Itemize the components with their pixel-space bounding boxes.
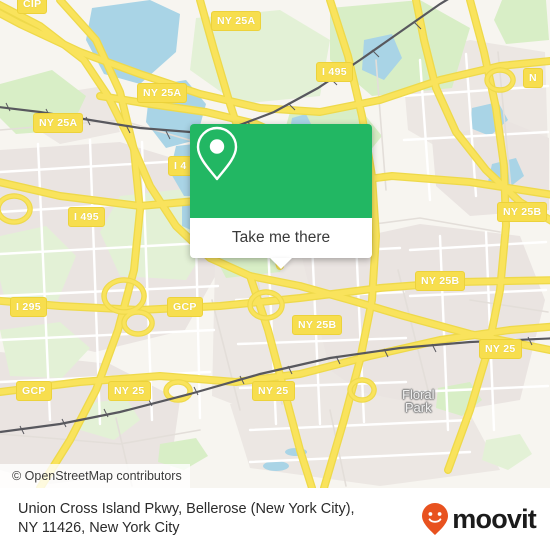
take-me-there-button[interactable]: Take me there [190, 218, 372, 258]
road-shield: I 4 [168, 156, 193, 176]
road-shield: NY 25A [211, 11, 262, 31]
moovit-logo[interactable]: moovit [420, 502, 537, 536]
popup-header [190, 124, 372, 218]
road-shield: I 495 [68, 207, 105, 227]
map-canvas[interactable]: .land{fill:#f7f5f0} .res{fill:#eae4e1} .… [0, 0, 550, 488]
road-shield: NY 25 [479, 339, 522, 359]
footer-bar: Union Cross Island Pkwy, Bellerose (New … [0, 488, 550, 550]
road-shield: I 295 [10, 297, 47, 317]
osm-attribution[interactable]: © OpenStreetMap contributors [0, 464, 190, 488]
road-shield: GCP [16, 381, 52, 401]
road-shield: NY 25 [108, 381, 151, 401]
road-shield: NY 25B [497, 202, 548, 222]
road-shield: NY 25 [252, 381, 295, 401]
address-line-1: Union Cross Island Pkwy, Bellerose (New … [18, 501, 355, 517]
address-text: Union Cross Island Pkwy, Bellerose (New … [18, 500, 420, 538]
road-shield: GCP [167, 297, 203, 317]
place-label: Floral Park [402, 388, 435, 414]
popup-pointer [270, 258, 292, 269]
road-shield: NY 25B [415, 271, 466, 291]
location-popup-card[interactable]: Take me there [190, 124, 372, 269]
map-page: .land{fill:#f7f5f0} .res{fill:#eae4e1} .… [0, 0, 550, 550]
road-shield: N [523, 68, 543, 88]
road-shield: NY 25B [292, 315, 343, 335]
road-shield: NY 25A [137, 83, 188, 103]
place-label-line: Park [404, 400, 432, 415]
moovit-wordmark: moovit [452, 503, 537, 534]
address-line-2: NY 11426, New York City [18, 520, 180, 536]
road-shield: I 495 [316, 62, 353, 82]
road-shield: CIP [17, 0, 48, 14]
moovit-pin-icon [422, 503, 449, 535]
map-pin-icon [196, 126, 238, 181]
road-shield: NY 25A [33, 113, 84, 133]
